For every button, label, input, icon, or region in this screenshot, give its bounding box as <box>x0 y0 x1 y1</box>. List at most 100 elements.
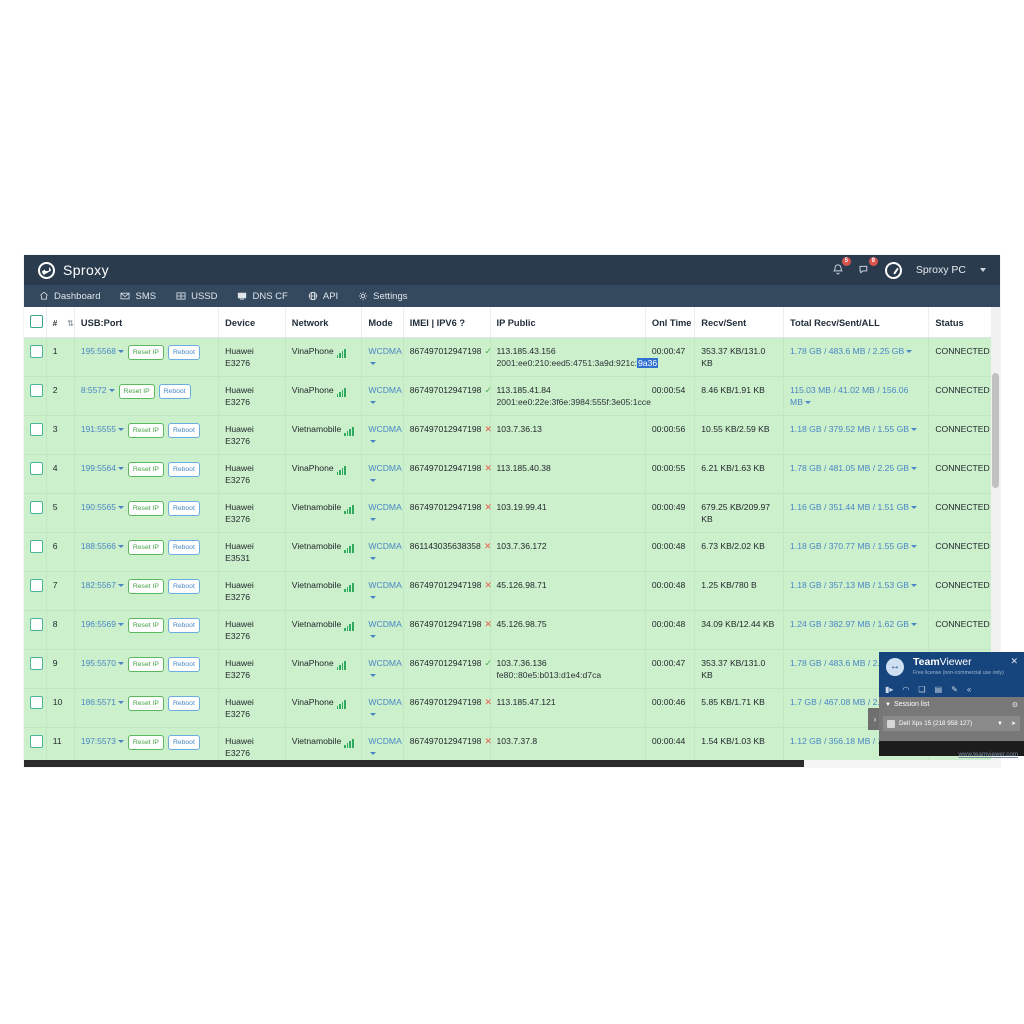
row-usb-port[interactable]: 195:5568 Reset IP Reboot <box>74 337 220 377</box>
table-row[interactable]: 10 186:5571 Reset IP Reboot Huawei E3276 Vina… <box>24 688 1000 728</box>
table-row[interactable]: 3 191:5555 Reset IP Reboot Huawei E3276 Vietn… <box>24 415 1000 455</box>
row-total[interactable]: 115.03 MB / 41.02 MB / 156.06 MB <box>783 376 930 416</box>
usb-port-link[interactable]: 195:5568 <box>81 346 116 356</box>
row-usb-port[interactable]: 8:5572 Reset IP Reboot <box>74 376 220 416</box>
reboot-button[interactable]: Reboot <box>167 501 200 516</box>
mode-value[interactable]: WCDMA <box>368 463 401 473</box>
caret-down-icon[interactable] <box>370 713 377 717</box>
caret-down-icon[interactable] <box>370 674 377 678</box>
mode-value[interactable]: WCDMA <box>368 424 401 434</box>
row-mode[interactable]: WCDMA <box>361 571 404 611</box>
brush-icon[interactable]: ✎ <box>951 685 958 694</box>
reset-ip-button[interactable]: Reset IP <box>118 384 155 399</box>
table-row[interactable]: 4 199:5564 Reset IP Reboot Huawei E3276 VinaP… <box>24 454 1000 494</box>
caret-down-icon[interactable] <box>108 389 115 393</box>
caret-down-icon[interactable] <box>370 518 377 522</box>
table-row[interactable]: 9 195:5570 Reset IP Reboot Huawei E3276 VinaP… <box>24 649 1000 689</box>
user-name[interactable]: Sproxy PC <box>916 264 966 276</box>
reset-ip-button[interactable]: Reset IP <box>127 345 164 360</box>
reset-ip-button[interactable]: Reset IP <box>127 657 164 672</box>
caret-down-icon[interactable] <box>370 752 377 756</box>
col-status[interactable]: Status <box>928 307 1000 338</box>
row-mode[interactable]: WCDMA <box>361 493 404 533</box>
row-mode[interactable]: WCDMA <box>361 532 404 572</box>
caret-down-icon[interactable] <box>117 506 124 510</box>
caret-down-icon[interactable] <box>117 740 124 744</box>
row-select-cell[interactable] <box>24 454 47 494</box>
chevron-down-icon[interactable]: ▼ <box>997 721 1003 727</box>
usb-port-link[interactable]: 186:5571 <box>81 697 116 707</box>
reboot-button[interactable]: Reboot <box>167 345 200 360</box>
reset-ip-button[interactable]: Reset IP <box>127 579 164 594</box>
mode-value[interactable]: WCDMA <box>368 502 401 512</box>
row-mode[interactable]: WCDMA <box>361 454 404 494</box>
bell-icon[interactable]: 5 <box>832 257 851 277</box>
sort-icon[interactable]: ⇅ <box>67 319 74 328</box>
caret-down-icon[interactable] <box>370 440 377 444</box>
total-value[interactable]: 1.78 GB / 483.6 MB / 2.25 GB <box>790 346 904 356</box>
col-ip-public[interactable]: IP Public <box>490 307 646 338</box>
row-checkbox[interactable] <box>30 462 43 476</box>
row-checkbox[interactable] <box>30 657 43 671</box>
col-network[interactable]: Network <box>285 307 363 338</box>
caret-down-icon[interactable] <box>370 557 377 561</box>
select-all-cell[interactable] <box>24 307 47 338</box>
close-icon[interactable]: ✕ <box>1010 657 1018 666</box>
menu-item-api[interactable]: API <box>299 287 347 306</box>
caret-down-icon[interactable] <box>911 506 917 510</box>
mode-value[interactable]: WCDMA <box>368 541 401 551</box>
chevron-down-icon[interactable] <box>980 268 986 272</box>
table-row[interactable]: 7 182:5567 Reset IP Reboot Huawei E3276 Vietn… <box>24 571 1000 611</box>
mode-value[interactable]: WCDMA <box>368 346 401 356</box>
reboot-button[interactable]: Reboot <box>167 462 200 477</box>
video-camera-icon[interactable]: ▮▸ <box>885 685 893 694</box>
row-select-cell[interactable] <box>24 532 47 572</box>
menu-item-settings[interactable]: Settings <box>349 287 416 306</box>
mode-value[interactable]: WCDMA <box>368 697 401 707</box>
usb-port-link[interactable]: 8:5572 <box>81 385 107 395</box>
row-checkbox[interactable] <box>30 696 43 710</box>
row-checkbox[interactable] <box>30 735 43 749</box>
headset-icon[interactable]: ◠ <box>902 685 909 694</box>
horizontal-scrollbar[interactable] <box>24 760 1000 767</box>
usb-port-link[interactable]: 196:5569 <box>81 619 116 629</box>
clipboard-icon[interactable]: ▤ <box>935 685 943 694</box>
chat-icon[interactable]: ❑ <box>918 685 925 694</box>
caret-down-icon[interactable] <box>911 623 917 627</box>
horizontal-scroll-thumb[interactable] <box>24 760 804 767</box>
connect-icon[interactable]: ➤ <box>1011 720 1016 727</box>
caret-down-icon[interactable] <box>911 584 917 588</box>
row-total[interactable]: 1.78 GB / 483.6 MB / 2.25 GB <box>783 337 930 377</box>
table-row[interactable]: 2 8:5572 Reset IP Reboot Huawei E3276 VinaPho… <box>24 376 1000 416</box>
table-row[interactable]: 1 195:5568 Reset IP Reboot Huawei E3276 VinaP… <box>24 337 1000 377</box>
row-select-cell[interactable] <box>24 688 47 728</box>
caret-down-icon[interactable] <box>117 701 124 705</box>
row-checkbox[interactable] <box>30 384 43 398</box>
usb-port-link[interactable]: 191:5555 <box>81 424 116 434</box>
reboot-button[interactable]: Reboot <box>158 384 191 399</box>
usb-port-link[interactable]: 197:5573 <box>81 736 116 746</box>
total-value[interactable]: 1.18 GB / 379.52 MB / 1.55 GB <box>790 424 909 434</box>
caret-down-icon[interactable] <box>911 428 917 432</box>
row-select-cell[interactable] <box>24 493 47 533</box>
collapse-icon[interactable]: « <box>967 685 971 694</box>
vertical-scroll-thumb[interactable] <box>992 373 999 488</box>
row-usb-port[interactable]: 182:5567 Reset IP Reboot <box>74 571 220 611</box>
reset-ip-button[interactable]: Reset IP <box>127 735 164 750</box>
usb-port-link[interactable]: 188:5566 <box>81 541 116 551</box>
mode-value[interactable]: WCDMA <box>368 619 401 629</box>
mode-value[interactable]: WCDMA <box>368 580 401 590</box>
col-index[interactable]: # ⇅ <box>46 307 75 338</box>
caret-down-icon[interactable] <box>117 662 124 666</box>
caret-down-icon[interactable] <box>906 350 913 354</box>
reboot-button[interactable]: Reboot <box>167 696 200 711</box>
row-mode[interactable]: WCDMA <box>361 688 404 728</box>
row-usb-port[interactable]: 190:5565 Reset IP Reboot <box>74 493 220 533</box>
col-onl-time[interactable]: Onl Time <box>645 307 696 338</box>
row-usb-port[interactable]: 191:5555 Reset IP Reboot <box>74 415 220 455</box>
row-total[interactable]: 1.18 GB / 357.13 MB / 1.53 GB <box>783 571 930 611</box>
table-row[interactable]: 6 188:5566 Reset IP Reboot Huawei E3531 Vietn… <box>24 532 1000 572</box>
total-value[interactable]: 1.18 GB / 370.77 MB / 1.55 GB <box>790 541 909 551</box>
teamviewer-website-link[interactable]: www.teamviewer.com <box>959 751 1018 758</box>
row-total[interactable]: 1.24 GB / 382.97 MB / 1.62 GB <box>783 610 930 650</box>
